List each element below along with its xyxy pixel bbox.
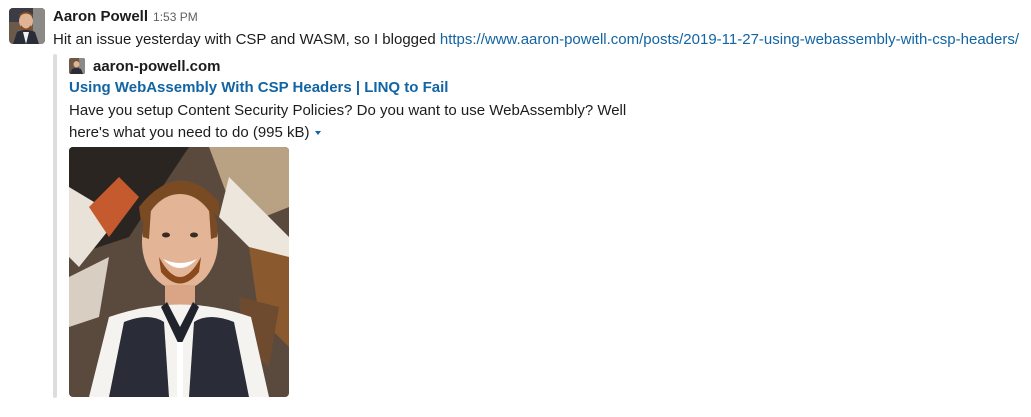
attachment-description-block: Have you setup Content Security Policies… <box>69 100 629 144</box>
collapse-caret-icon[interactable] <box>314 131 321 136</box>
attachment-service: aaron-powell.com <box>69 56 221 76</box>
attachment-title: Using WebAssembly With CSP Headers | LIN… <box>69 78 448 98</box>
sender-name[interactable]: Aaron Powell <box>53 8 148 25</box>
message-body: Hit an issue yesterday with CSP and WASM… <box>53 31 440 48</box>
message: Aaron Powell 1:53 PM Hit an issue yester… <box>0 0 1031 417</box>
attachment-title-link[interactable]: Using WebAssembly With CSP Headers | LIN… <box>69 79 448 96</box>
blog-post-link[interactable]: https://www.aaron-powell.com/posts/2019-… <box>440 31 1019 48</box>
avatar[interactable] <box>9 8 45 44</box>
message-header: Aaron Powell 1:53 PM <box>53 8 198 28</box>
attachment-preview-image[interactable] <box>69 147 289 397</box>
message-timestamp[interactable]: 1:53 PM <box>153 10 198 24</box>
attachment-description: Have you setup Content Security Policies… <box>69 102 627 141</box>
attachment-size: (995 kB) <box>252 124 310 141</box>
link-unfurl-attachment: aaron-powell.com Using WebAssembly With … <box>53 54 653 398</box>
site-favicon-icon <box>69 58 85 74</box>
message-text: Hit an issue yesterday with CSP and WASM… <box>53 30 1019 50</box>
attachment-service-name[interactable]: aaron-powell.com <box>93 58 221 75</box>
attachment-bar <box>53 54 57 398</box>
